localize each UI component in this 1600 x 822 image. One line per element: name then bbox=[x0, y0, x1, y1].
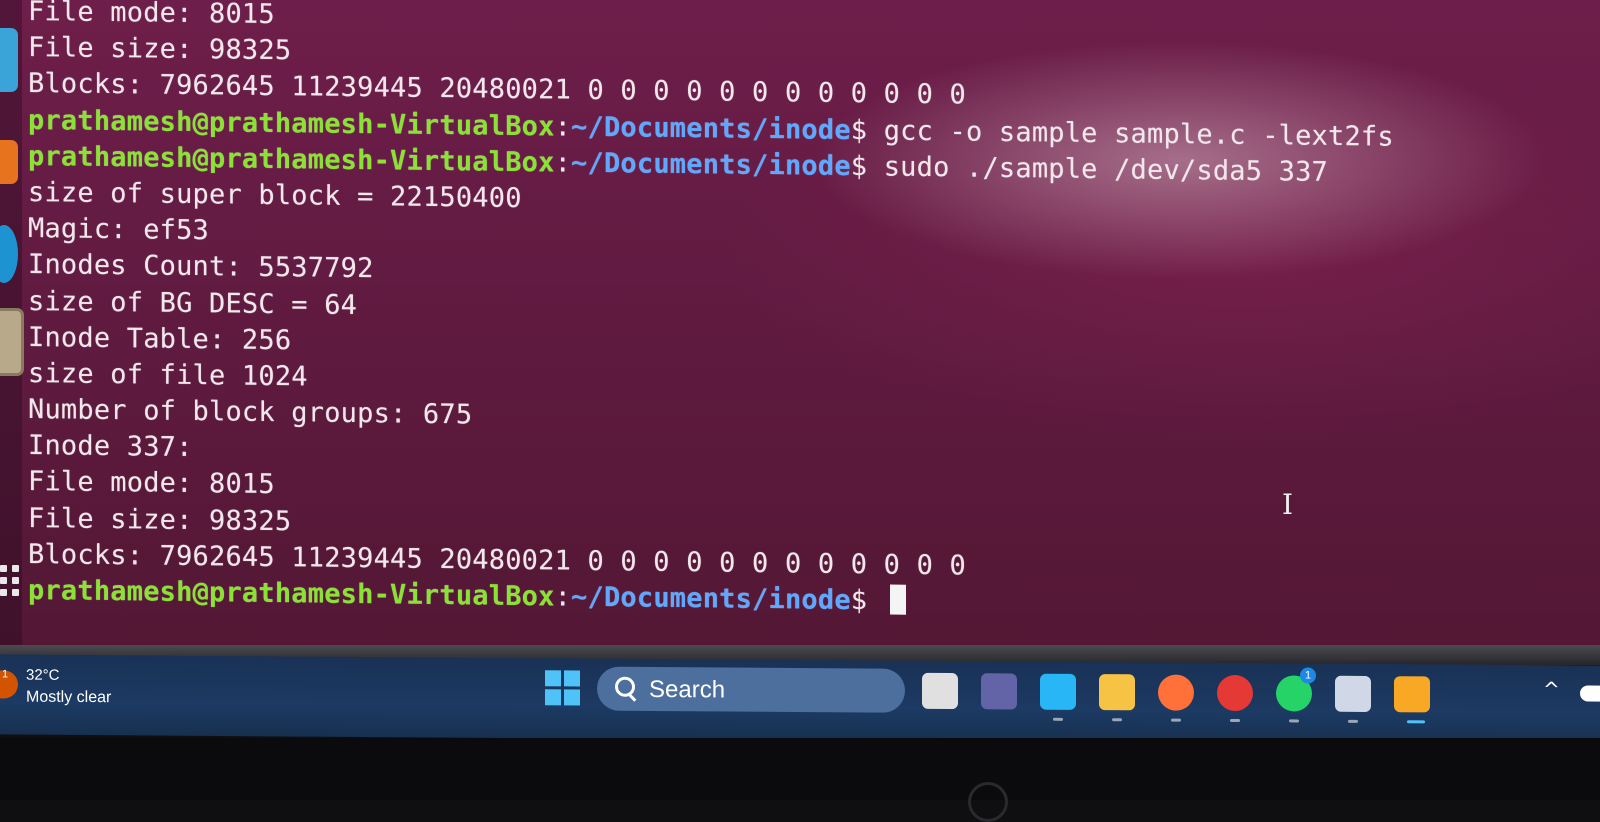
prompt-user-host: prathamesh@prathamesh-VirtualBox bbox=[28, 140, 555, 179]
weather-badge: 1 bbox=[0, 668, 18, 699]
command-text bbox=[867, 585, 883, 616]
terminal-cursor[interactable] bbox=[889, 584, 906, 615]
prompt-symbol: $ bbox=[850, 585, 868, 617]
prompt-separator: : bbox=[554, 110, 572, 143]
command-text: sudo ./sample /dev/sda5 337 bbox=[867, 151, 1329, 188]
onedrive-icon[interactable] bbox=[1580, 685, 1600, 702]
laptop-bezel bbox=[0, 738, 1600, 800]
notification-badge: 1 bbox=[1300, 667, 1316, 684]
running-indicator bbox=[1407, 720, 1425, 724]
prompt-path: ~/Documents/inode bbox=[571, 111, 851, 146]
prompt-separator: : bbox=[554, 581, 572, 613]
dock-app-icon[interactable] bbox=[0, 140, 18, 184]
firefox-icon[interactable] bbox=[1158, 674, 1194, 711]
weather-badge-count: 1 bbox=[2, 668, 9, 681]
task-view-icon[interactable] bbox=[922, 672, 958, 710]
prompt-user-host: prathamesh@prathamesh-VirtualBox bbox=[28, 575, 555, 613]
windows-taskbar: 1 32°C Mostly clear Search 1 ^ bbox=[0, 654, 1600, 746]
search-label: Search bbox=[649, 675, 726, 704]
weather-temperature: 32°C bbox=[26, 666, 60, 684]
prompt-symbol: $ bbox=[850, 114, 868, 146]
running-indicator bbox=[1348, 719, 1358, 723]
mouse-ibeam-icon: I bbox=[1282, 488, 1294, 521]
vm-window-icon[interactable] bbox=[1394, 676, 1430, 713]
running-indicator bbox=[1289, 719, 1299, 723]
laptop-logo bbox=[968, 782, 1008, 822]
running-indicator bbox=[1112, 718, 1122, 722]
running-indicator bbox=[1171, 718, 1181, 722]
ubuntu-dock bbox=[0, 0, 24, 655]
start-button[interactable] bbox=[545, 670, 581, 706]
prompt-path: ~/Documents/inode bbox=[571, 147, 851, 182]
virtualbox-icon[interactable] bbox=[1335, 675, 1371, 712]
chevron-up-icon[interactable]: ^ bbox=[1543, 677, 1560, 701]
prompt-symbol: $ bbox=[850, 150, 868, 183]
dock-app-icon[interactable] bbox=[0, 225, 18, 283]
prompt-user-host: prathamesh@prathamesh-VirtualBox bbox=[28, 104, 555, 142]
file-explorer-icon[interactable] bbox=[1099, 674, 1135, 711]
prompt-separator: : bbox=[554, 147, 572, 179]
running-indicator bbox=[1230, 719, 1240, 723]
running-indicator bbox=[1053, 717, 1063, 721]
weather-condition: Mostly clear bbox=[26, 688, 112, 707]
search-icon bbox=[615, 676, 635, 697]
prompt-path: ~/Documents/inode bbox=[571, 581, 851, 617]
store-icon[interactable] bbox=[1040, 673, 1076, 710]
teams-icon[interactable] bbox=[981, 673, 1017, 710]
command-text: gcc -o sample sample.c -lext2fs bbox=[867, 114, 1394, 153]
chrome-icon[interactable] bbox=[1217, 674, 1253, 712]
dock-app-icon[interactable] bbox=[0, 308, 24, 376]
terminal-window[interactable]: File mode: 8015 File size: 98325 Blocks: 7… bbox=[0, 0, 1600, 655]
search-box[interactable]: Search bbox=[597, 666, 905, 713]
terminal-output: File mode: 8015 File size: 98325 Blocks: 7… bbox=[28, 0, 1394, 626]
dock-app-icon[interactable] bbox=[0, 28, 18, 92]
